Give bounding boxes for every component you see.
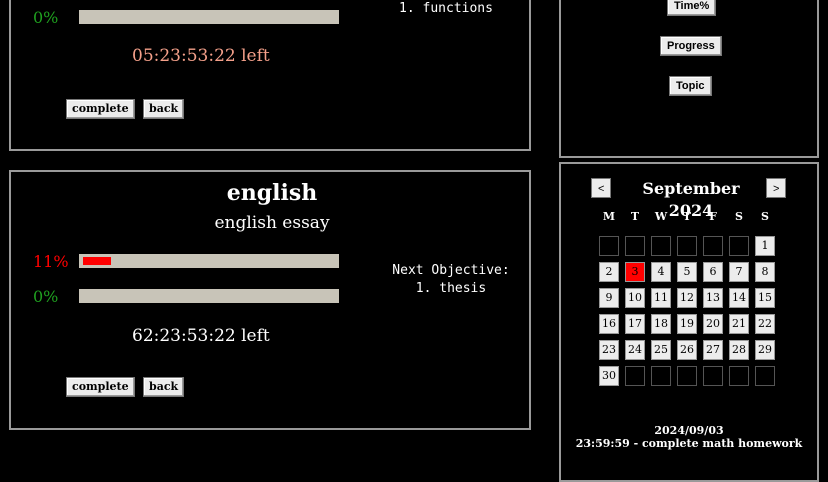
task-subtitle: english essay <box>214 213 330 233</box>
calendar-day[interactable]: 6 <box>703 262 723 282</box>
calendar-day[interactable]: 10 <box>625 288 645 308</box>
objective-heading: Next Objective: <box>392 263 510 278</box>
weekday-label: T <box>682 210 692 223</box>
weekday-label: W <box>654 210 668 223</box>
back-button[interactable]: back <box>143 99 185 119</box>
calendar-day[interactable]: 18 <box>651 314 671 334</box>
calendar-day[interactable]: 13 <box>703 288 723 308</box>
calendar-day[interactable]: 22 <box>755 314 775 334</box>
calendar-day[interactable]: 26 <box>677 340 697 360</box>
weekday-label: T <box>630 210 640 223</box>
objective-item: 1. thesis <box>415 281 487 296</box>
task-panel-english: english english essay 11% 0% Next Object… <box>9 170 531 430</box>
calendar-day-empty <box>677 366 697 386</box>
calendar-day[interactable]: 23 <box>599 340 619 360</box>
complete-button[interactable]: complete <box>66 377 135 397</box>
calendar-day-today[interactable]: 3 <box>625 262 645 282</box>
calendar-day[interactable]: 12 <box>677 288 697 308</box>
sort-time-button[interactable]: Time% <box>667 0 717 16</box>
calendar-day[interactable]: 25 <box>651 340 671 360</box>
progress-bar <box>79 254 339 268</box>
sort-panel: Time% Progress Topic <box>559 0 819 158</box>
calendar-day[interactable]: 29 <box>755 340 775 360</box>
time-left-label: 05:23:53:22 left <box>132 46 270 66</box>
progress-bar-fill <box>83 257 111 265</box>
calendar-day[interactable]: 16 <box>599 314 619 334</box>
calendar-day[interactable]: 24 <box>625 340 645 360</box>
calendar-day[interactable]: 19 <box>677 314 697 334</box>
calendar-day[interactable]: 14 <box>729 288 749 308</box>
complete-button[interactable]: complete <box>66 99 135 119</box>
back-button[interactable]: back <box>143 377 185 397</box>
weekday-label: S <box>761 210 769 223</box>
calendar-day[interactable]: 20 <box>703 314 723 334</box>
next-objective: Next Objective: 1. thesis <box>391 262 511 298</box>
time-left-label: 62:23:53:22 left <box>132 326 270 346</box>
task-title: english <box>226 180 318 206</box>
calendar-day[interactable]: 30 <box>599 366 619 386</box>
calendar-day-empty <box>729 366 749 386</box>
calendar-panel: < September 2024 > MTWTFSS 1 2 3 4 5 6 7 8 9 10 11… <box>559 162 819 482</box>
calendar-day-empty <box>703 236 723 256</box>
calendar-day[interactable]: 4 <box>651 262 671 282</box>
calendar-day[interactable]: 28 <box>729 340 749 360</box>
calendar-day-empty <box>755 366 775 386</box>
calendar-day-empty <box>729 236 749 256</box>
calendar-day-empty <box>599 236 619 256</box>
calendar-next-button[interactable]: > <box>766 178 786 198</box>
sort-topic-button[interactable]: Topic <box>669 76 712 96</box>
calendar-day-empty <box>703 366 723 386</box>
weekday-label: S <box>735 210 743 223</box>
calendar-day[interactable]: 7 <box>729 262 749 282</box>
weekday-label: M <box>602 210 616 223</box>
calendar-day[interactable]: 9 <box>599 288 619 308</box>
calendar-day[interactable]: 27 <box>703 340 723 360</box>
progress-percent-label: 11% <box>33 252 69 271</box>
deadline-date: 2024/09/03 <box>654 424 724 437</box>
calendar-day[interactable]: 15 <box>755 288 775 308</box>
progress-percent-label: 0% <box>33 8 59 27</box>
objective-item: 1. functions <box>399 1 493 16</box>
weekday-label: F <box>709 210 717 223</box>
calendar-day[interactable]: 11 <box>651 288 671 308</box>
calendar-day[interactable]: 17 <box>625 314 645 334</box>
progress-bar <box>79 10 339 24</box>
calendar-day-empty <box>651 236 671 256</box>
deadline-text: 23:59:59 - complete math homework <box>575 437 803 450</box>
calendar-day-empty <box>677 236 697 256</box>
secondary-percent-label: 0% <box>33 287 59 306</box>
calendar-day-empty <box>651 366 671 386</box>
calendar-day[interactable]: 5 <box>677 262 697 282</box>
calendar-day-empty <box>625 366 645 386</box>
calendar-prev-button[interactable]: < <box>591 178 611 198</box>
secondary-progress-bar <box>79 289 339 303</box>
calendar-day[interactable]: 1 <box>755 236 775 256</box>
calendar-day[interactable]: 2 <box>599 262 619 282</box>
calendar-day[interactable]: 21 <box>729 314 749 334</box>
task-panel-top: 0% 1. functions 05:23:53:22 left complet… <box>9 0 531 151</box>
sort-progress-button[interactable]: Progress <box>660 36 722 56</box>
calendar-day[interactable]: 8 <box>755 262 775 282</box>
calendar-day-empty <box>625 236 645 256</box>
